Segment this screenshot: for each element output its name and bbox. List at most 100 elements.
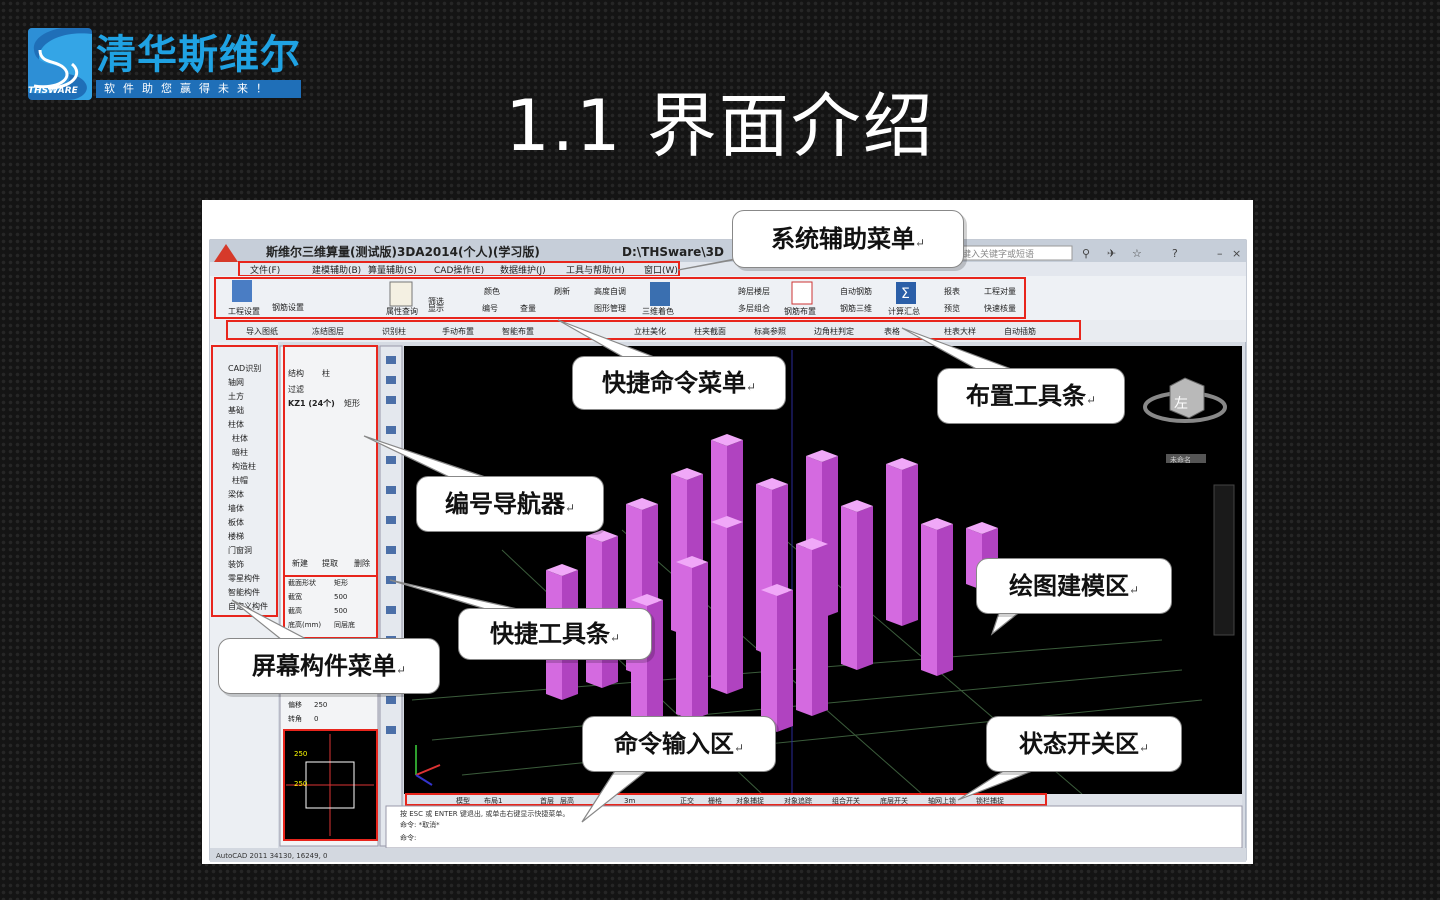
tool-column-section[interactable]: 柱夹截面 xyxy=(694,326,726,336)
ribbon-report[interactable]: 报表 xyxy=(944,286,960,296)
comp-column-group[interactable]: 柱体 xyxy=(228,419,244,429)
ribbon-color[interactable]: 颜色 xyxy=(484,286,500,296)
minimize-icon[interactable]: – xyxy=(1217,247,1223,260)
menu-calc[interactable]: 算量辅助(S) xyxy=(368,264,417,276)
status-snap-lock[interactable]: 锁栏捕捉 xyxy=(976,796,1004,805)
nav-item[interactable]: KZ1 (24个) xyxy=(288,398,335,408)
nav-delete-button[interactable]: 删除 xyxy=(354,558,370,568)
comp-cad-recognize[interactable]: CAD识别 xyxy=(228,364,261,373)
ribbon-rebar-layout[interactable]: 钢筋布置 xyxy=(784,306,816,316)
rebar-layout-icon[interactable] xyxy=(791,281,813,305)
ribbon-display[interactable]: 显示 xyxy=(428,304,444,313)
comp-earthwork[interactable]: 土方 xyxy=(228,391,244,401)
prop-height-value[interactable]: 500 xyxy=(334,607,347,615)
comp-axis-grid[interactable]: 轴网 xyxy=(228,377,244,387)
ribbon-quantity-compare[interactable]: 工程对量 xyxy=(984,286,1016,296)
status-combo[interactable]: 组合开关 xyxy=(832,796,860,805)
menu-cad[interactable]: CAD操作(E) xyxy=(434,264,484,276)
command-prompt[interactable]: 命令: xyxy=(400,833,416,842)
nav-filter[interactable]: 过滤 xyxy=(288,384,304,394)
status-otrack[interactable]: 对象追踪 xyxy=(784,796,812,805)
ribbon-property-query[interactable]: 属性查询 xyxy=(386,306,418,316)
tools-icon[interactable]: ✈ xyxy=(1107,247,1116,260)
comp-smart[interactable]: 智能构件 xyxy=(228,587,260,597)
ribbon-code[interactable]: 编号 xyxy=(482,303,498,313)
comp-decoration[interactable]: 装饰 xyxy=(228,559,244,569)
tool-auto-rebar-insert[interactable]: 自动插筋 xyxy=(1004,326,1036,336)
ribbon-quick-check[interactable]: 快速核量 xyxy=(984,303,1016,313)
tab-model[interactable]: 模型 xyxy=(456,796,470,805)
3d-shading-icon[interactable] xyxy=(650,282,670,306)
status-grid[interactable]: 栅格 xyxy=(708,796,722,805)
comp-slab[interactable]: 板体 xyxy=(228,517,244,527)
ribbon-multi-floor[interactable]: 多层组合 xyxy=(738,303,770,313)
callout-layout-toolbar: 布置工具条↵ xyxy=(937,368,1125,424)
prop-width-value[interactable]: 500 xyxy=(334,593,347,601)
ribbon-auto-height[interactable]: 高度自调 xyxy=(594,286,626,296)
comp-wall[interactable]: 墙体 xyxy=(228,503,244,513)
help-icon[interactable]: ? xyxy=(1172,247,1178,260)
comp-hidden-column[interactable]: 暗柱 xyxy=(232,447,248,457)
nav-component[interactable]: 柱 xyxy=(322,368,330,378)
ribbon-project-settings[interactable]: 工程设置 xyxy=(228,306,260,316)
menu-modeling[interactable]: 建模辅助(B) xyxy=(312,264,361,276)
prop-width-label: 截宽 xyxy=(288,592,302,601)
binoculars-icon[interactable]: ⚲ xyxy=(1082,247,1090,260)
comp-foundation[interactable]: 基础 xyxy=(228,405,244,415)
close-icon[interactable]: × xyxy=(1232,247,1241,260)
tool-elevation-ref[interactable]: 标高参照 xyxy=(754,326,786,336)
project-settings-icon[interactable] xyxy=(232,280,252,302)
status-ortho[interactable]: 正交 xyxy=(680,796,694,805)
tool-corner-column[interactable]: 边角柱判定 xyxy=(814,326,854,336)
nav-extract-button[interactable]: 提取 xyxy=(322,558,338,568)
nav-bar[interactable] xyxy=(1213,484,1235,636)
ribbon-calc-summary[interactable]: 计算汇总 xyxy=(888,306,920,316)
star-icon[interactable]: ☆ xyxy=(1132,247,1142,260)
quick-toolbar[interactable] xyxy=(379,345,403,847)
tool-recognize-column[interactable]: 识别柱 xyxy=(382,326,406,336)
comp-misc[interactable]: 零星构件 xyxy=(228,573,260,583)
floor-height-label: 层高 xyxy=(560,796,574,805)
tool-smart-layout[interactable]: 智能布置 xyxy=(502,326,534,336)
ribbon-refresh[interactable]: 刷新 xyxy=(554,286,570,296)
software-screenshot: 斯维尔三维算量(测试版)3DA2014(个人)(学习版) D:\THSware\… xyxy=(202,200,1253,864)
tab-layout1[interactable]: 布局1 xyxy=(484,796,502,805)
floor-height-value[interactable]: 3m xyxy=(624,797,635,805)
ribbon-preview[interactable]: 预览 xyxy=(944,303,960,313)
prop-base-value[interactable]: 同层底 xyxy=(334,620,355,629)
menu-window[interactable]: 窗口(W) xyxy=(644,264,678,276)
comp-stairs[interactable]: 楼梯 xyxy=(228,531,244,541)
ribbon-cross-floor[interactable]: 跨层楼层 xyxy=(738,286,770,296)
ribbon-3d-shading[interactable]: 三维着色 xyxy=(642,306,674,316)
prop-rotation-value[interactable]: 0 xyxy=(314,715,318,723)
nav-new-button[interactable]: 新建 xyxy=(292,558,308,568)
tool-table[interactable]: 表格 xyxy=(884,326,900,336)
menu-file[interactable]: 文件(F) xyxy=(250,264,280,276)
status-osnap[interactable]: 对象捕捉 xyxy=(736,796,764,805)
tool-column-detail[interactable]: 柱表大样 xyxy=(944,326,976,336)
comp-door-window[interactable]: 门窗洞 xyxy=(228,545,252,555)
tool-freeze-layer[interactable]: 冻结图层 xyxy=(312,326,344,336)
tool-import-drawing[interactable]: 导入图纸 xyxy=(246,326,278,336)
comp-constructional-column[interactable]: 构造柱 xyxy=(232,461,256,471)
ribbon-check-quantity[interactable]: 查量 xyxy=(520,303,536,313)
status-base[interactable]: 底层开关 xyxy=(880,796,908,805)
menu-data[interactable]: 数据维护(J) xyxy=(500,264,546,276)
grid-label-2: 250 xyxy=(294,780,307,788)
ribbon-graph-manage[interactable]: 图形管理 xyxy=(594,303,626,313)
prop-section-shape-value[interactable]: 矩形 xyxy=(334,578,348,587)
comp-column-cap[interactable]: 柱帽 xyxy=(232,475,248,485)
nav-type[interactable]: 结构 xyxy=(288,368,304,378)
tool-column-beautify[interactable]: 立柱美化 xyxy=(634,326,666,336)
ribbon-rebar-3d[interactable]: 钢筋三维 xyxy=(840,303,872,313)
menu-tools[interactable]: 工具与帮助(H) xyxy=(566,264,625,276)
comp-beam[interactable]: 梁体 xyxy=(228,489,244,499)
floor-name[interactable]: 首层 xyxy=(540,796,554,805)
property-query-icon[interactable] xyxy=(389,281,413,307)
comp-column[interactable]: 柱体 xyxy=(232,433,248,443)
tool-manual-layout[interactable]: 手动布置 xyxy=(442,326,474,336)
status-axis-lock[interactable]: 轴网上锁 xyxy=(928,796,956,805)
ribbon-rebar-settings[interactable]: 钢筋设置 xyxy=(272,302,304,312)
prop-offset-value[interactable]: 250 xyxy=(314,701,327,709)
ribbon-auto-rebar[interactable]: 自动钢筋 xyxy=(840,286,872,296)
